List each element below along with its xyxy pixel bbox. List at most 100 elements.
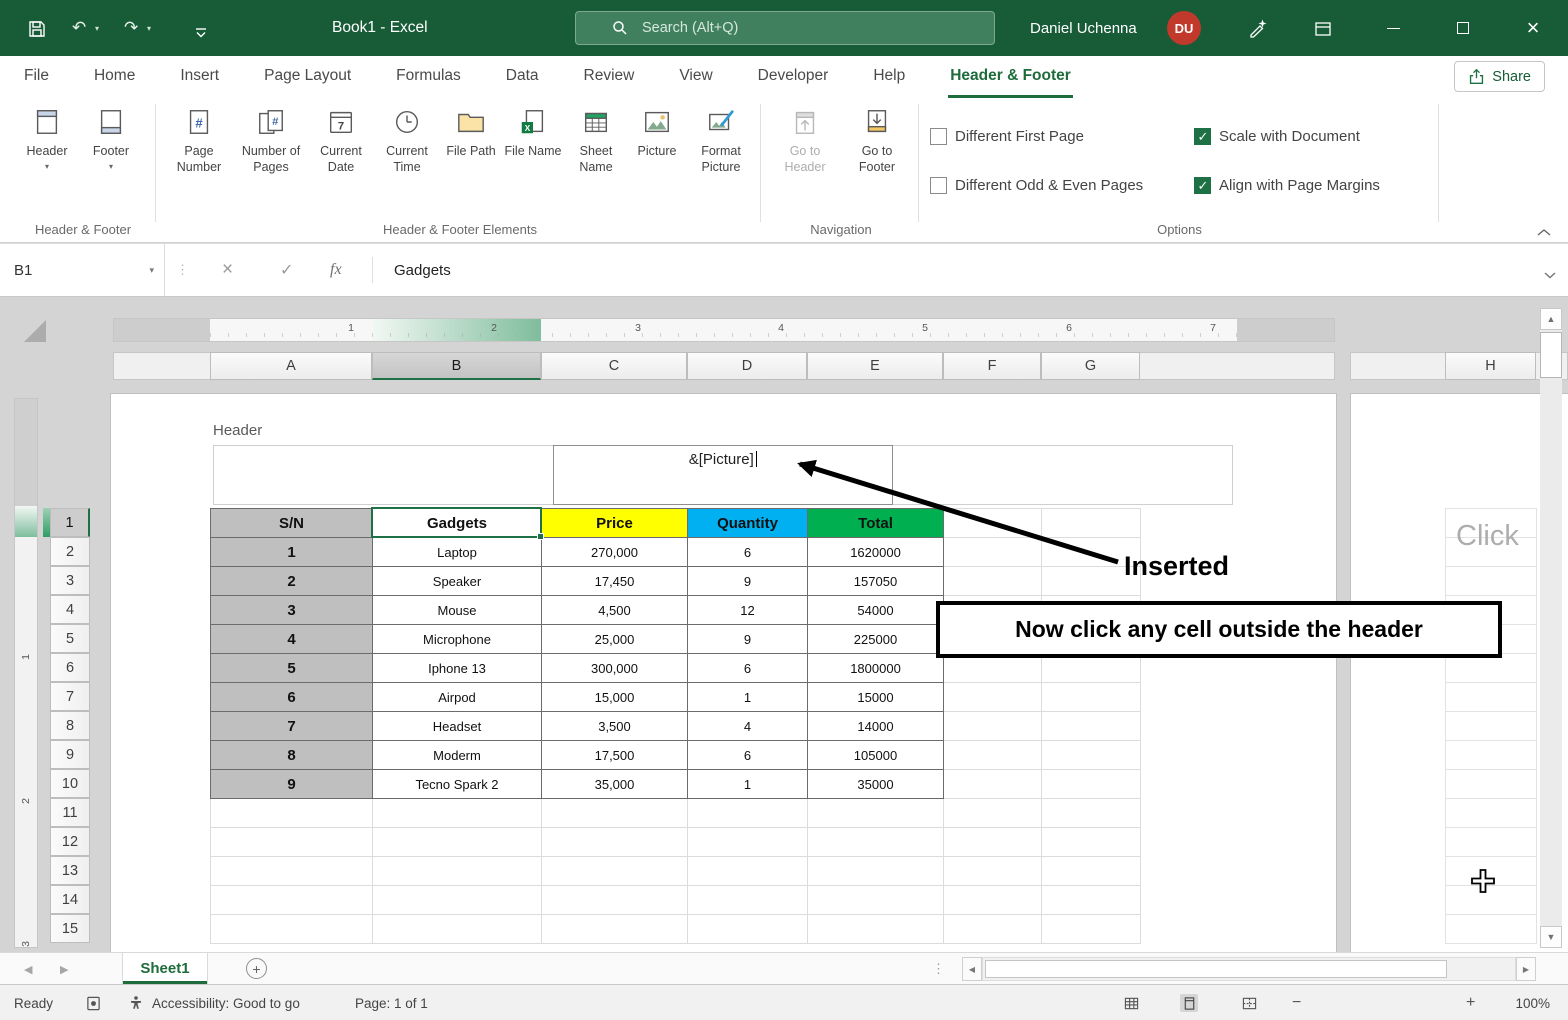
table-cell[interactable]: 4,500 — [542, 596, 688, 625]
table-cell[interactable]: 7 — [211, 712, 373, 741]
ribbon-tab-help[interactable]: Help — [871, 56, 907, 98]
undo-dropdown-icon[interactable]: ▾ — [95, 0, 99, 56]
row-header-11[interactable]: 11 — [50, 798, 90, 827]
table-cell[interactable]: 6 — [688, 538, 808, 567]
horizontal-scrollbar[interactable] — [982, 957, 1516, 981]
column-header-g[interactable]: G — [1041, 352, 1140, 380]
row-header-12[interactable]: 12 — [50, 827, 90, 856]
table-cell[interactable]: 1 — [211, 538, 373, 567]
column-header-a[interactable]: A — [210, 352, 372, 380]
checkbox-different-first-page[interactable]: Different First Page — [930, 126, 1084, 146]
table-cell[interactable]: 1620000 — [808, 538, 944, 567]
collapse-ribbon-icon[interactable] — [1536, 224, 1552, 242]
column-header-d[interactable]: D — [687, 352, 807, 380]
table-cell[interactable]: Headset — [373, 712, 542, 741]
table-cell[interactable]: Speaker — [373, 567, 542, 596]
zoom-out-icon[interactable]: − — [1292, 985, 1301, 1020]
name-box[interactable]: B1 ▾ — [0, 244, 165, 296]
header-button[interactable]: Header ▾ — [18, 104, 76, 214]
row-header-10[interactable]: 10 — [50, 769, 90, 798]
table-cell[interactable]: 6 — [211, 683, 373, 712]
save-icon[interactable] — [26, 18, 48, 40]
status-accessibility[interactable]: Accessibility: Good to go — [152, 985, 300, 1020]
table-cell[interactable]: Microphone — [373, 625, 542, 654]
formula-input[interactable]: Gadgets — [394, 244, 451, 296]
table-header-total[interactable]: Total — [808, 509, 944, 538]
picture-button[interactable]: Picture — [630, 104, 684, 214]
table-cell[interactable]: Mouse — [373, 596, 542, 625]
table-cell[interactable]: 300,000 — [542, 654, 688, 683]
row-header-1[interactable]: 1 — [50, 508, 90, 537]
table-cell[interactable]: 17,450 — [542, 567, 688, 596]
ribbon-tab-review[interactable]: Review — [582, 56, 637, 98]
table-cell[interactable]: 3 — [211, 596, 373, 625]
insert-function-icon[interactable]: fx — [330, 244, 342, 296]
row-header-3[interactable]: 3 — [50, 566, 90, 595]
table-header-s-n[interactable]: S/N — [211, 509, 373, 538]
table-cell[interactable]: 6 — [688, 741, 808, 770]
enter-icon[interactable]: ✓ — [280, 244, 293, 296]
ribbon-tab-file[interactable]: File — [22, 56, 51, 98]
table-cell[interactable]: 6 — [688, 654, 808, 683]
table-cell[interactable]: Tecno Spark 2 — [373, 770, 542, 799]
ribbon-tab-view[interactable]: View — [677, 56, 714, 98]
tab-bar-resize-handle[interactable]: ⋮ — [932, 953, 945, 985]
table-cell[interactable]: 3,500 — [542, 712, 688, 741]
select-all-corner[interactable] — [24, 320, 46, 342]
table-cell[interactable]: Laptop — [373, 538, 542, 567]
ribbon-display-options-icon[interactable] — [1312, 18, 1334, 40]
table-cell[interactable]: 12 — [688, 596, 808, 625]
row-header-6[interactable]: 6 — [50, 653, 90, 682]
format-picture-button[interactable]: Format Picture — [688, 104, 754, 214]
table-cell[interactable]: 9 — [688, 625, 808, 654]
checkbox-different-odd-even-pages[interactable]: Different Odd & Even Pages — [930, 175, 1143, 195]
table-cell[interactable]: 54000 — [808, 596, 944, 625]
table-cell[interactable]: 105000 — [808, 741, 944, 770]
table-cell[interactable]: 4 — [211, 625, 373, 654]
table-cell[interactable]: 14000 — [808, 712, 944, 741]
sheet-tab-sheet1[interactable]: Sheet1 — [122, 953, 208, 984]
checkbox-scale-with-document[interactable]: Scale with Document — [1194, 126, 1360, 146]
scroll-left-button[interactable]: ◀ — [962, 957, 982, 981]
table-cell[interactable]: 1800000 — [808, 654, 944, 683]
sheet-next-icon[interactable]: ▶ — [60, 953, 68, 985]
horizontal-scrollbar-thumb[interactable] — [985, 960, 1447, 978]
table-cell[interactable]: 157050 — [808, 567, 944, 596]
footer-button[interactable]: Footer ▾ — [82, 104, 140, 214]
row-header-9[interactable]: 9 — [50, 740, 90, 769]
scroll-right-button[interactable]: ▶ — [1516, 957, 1536, 981]
sheet-prev-icon[interactable]: ◀ — [24, 953, 32, 985]
cancel-icon[interactable]: × — [222, 244, 233, 296]
redo-dropdown-icon[interactable]: ▾ — [147, 0, 151, 56]
search-bar[interactable]: Search (Alt+Q) — [575, 11, 995, 45]
ribbon-tab-header-footer[interactable]: Header & Footer — [948, 56, 1073, 98]
share-button[interactable]: Share — [1454, 61, 1545, 92]
scroll-up-button[interactable]: ▲ — [1540, 308, 1562, 330]
checkbox-align-with-page-margins[interactable]: Align with Page Margins — [1194, 175, 1380, 195]
ribbon-tab-developer[interactable]: Developer — [756, 56, 831, 98]
table-cell[interactable]: 225000 — [808, 625, 944, 654]
table-cell[interactable]: 1 — [688, 683, 808, 712]
ribbon-tab-insert[interactable]: Insert — [178, 56, 221, 98]
table-cell[interactable]: 8 — [211, 741, 373, 770]
ribbon-tab-page-layout[interactable]: Page Layout — [262, 56, 353, 98]
header-center-section[interactable]: &[Picture] — [553, 445, 893, 505]
table-cell[interactable]: 9 — [211, 770, 373, 799]
vertical-scrollbar[interactable] — [1540, 308, 1562, 948]
avatar[interactable]: DU — [1167, 11, 1201, 45]
table-cell[interactable]: 35000 — [808, 770, 944, 799]
zoom-level[interactable]: 100% — [1498, 985, 1550, 1020]
table-cell[interactable]: 5 — [211, 654, 373, 683]
macro-record-icon[interactable] — [86, 985, 101, 1020]
formula-bar-expand-icon[interactable] — [1543, 266, 1557, 284]
table-cell[interactable]: 9 — [688, 567, 808, 596]
current-date-button[interactable]: 7 Current Date — [310, 104, 372, 214]
add-sheet-button[interactable]: + — [246, 958, 267, 979]
normal-view-icon[interactable] — [1122, 994, 1140, 1012]
table-cell[interactable]: 4 — [688, 712, 808, 741]
name-box-dropdown-icon[interactable]: ▾ — [149, 265, 154, 276]
go-to-footer-button[interactable]: Go to Footer — [844, 104, 910, 214]
row-header-5[interactable]: 5 — [50, 624, 90, 653]
undo-icon[interactable]: ↶ — [72, 0, 86, 56]
table-cell[interactable]: Iphone 13 — [373, 654, 542, 683]
